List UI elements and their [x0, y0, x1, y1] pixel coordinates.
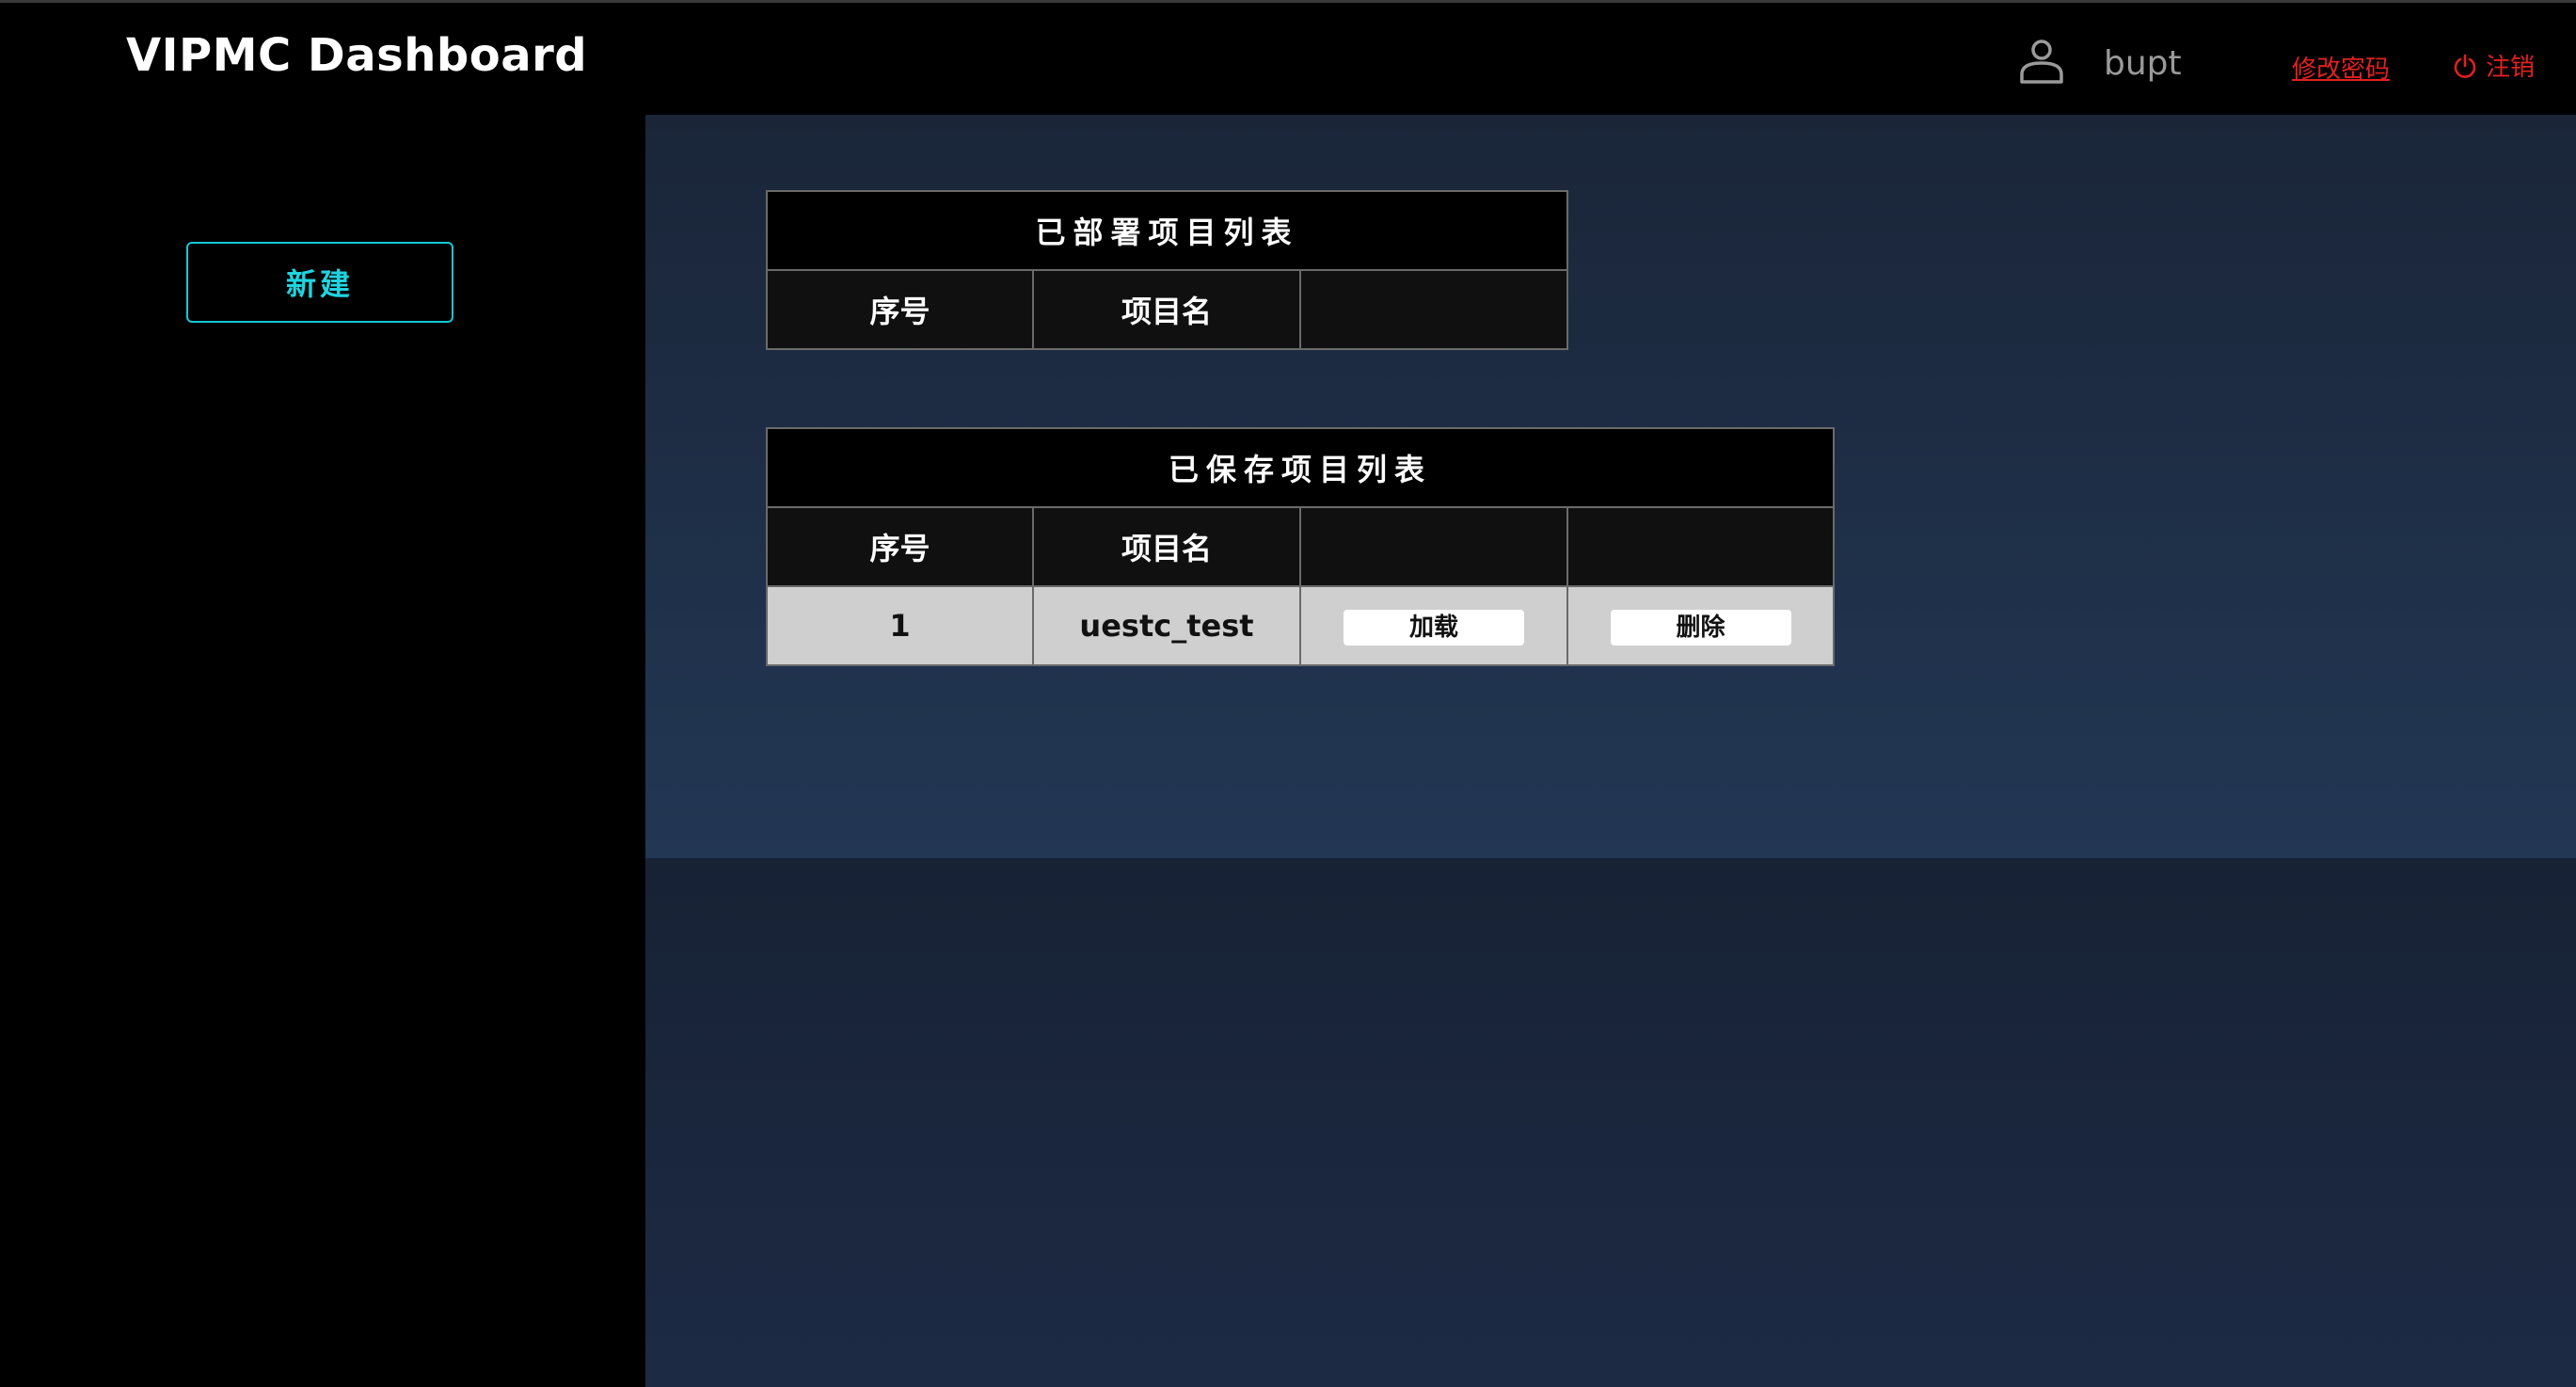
- new-project-button[interactable]: 新建: [186, 242, 453, 323]
- column-header-load: [1299, 506, 1568, 587]
- load-cell: 加载: [1299, 585, 1568, 666]
- change-password-link[interactable]: 修改密码: [2292, 50, 2390, 85]
- delete-button[interactable]: 删除: [1610, 609, 1791, 646]
- user-icon: [2020, 40, 2063, 84]
- main-lower-area: [645, 858, 2576, 1387]
- column-header-name: 项目名: [1032, 506, 1301, 587]
- column-header-index: 序号: [766, 506, 1034, 587]
- username-label: bupt: [2104, 44, 2182, 83]
- logout-label: 注销: [2486, 54, 2536, 82]
- column-header-name: 项目名: [1032, 269, 1301, 350]
- app-title: VIPMC Dashboard: [126, 29, 588, 82]
- saved-projects-table: 已保存项目列表 序号 项目名 1 uestc_test 加载 删除: [765, 427, 1836, 666]
- delete-cell: 删除: [1566, 585, 1836, 666]
- deployed-table-title: 已部署项目列表: [765, 190, 1569, 271]
- row-index: 1: [766, 585, 1034, 666]
- sidebar: 新建: [0, 115, 645, 1387]
- dashboard-page: VIPMC Dashboard bupt 修改密码 注销 新建 已部署项目列表 …: [0, 0, 2576, 1387]
- saved-table-title: 已保存项目列表: [765, 427, 1836, 508]
- row-project-name: uestc_test: [1032, 585, 1301, 666]
- table-row: 1 uestc_test 加载 删除: [766, 585, 1836, 666]
- load-button[interactable]: 加载: [1344, 609, 1524, 646]
- column-header-index: 序号: [766, 269, 1034, 350]
- logout-button[interactable]: 注销: [2452, 48, 2535, 83]
- column-header-action: [1298, 269, 1569, 350]
- deployed-projects-table: 已部署项目列表 序号 项目名: [765, 190, 1569, 350]
- column-header-delete: [1566, 506, 1836, 587]
- power-icon: [2454, 54, 2476, 78]
- header-bar: VIPMC Dashboard bupt 修改密码 注销: [0, 3, 2576, 115]
